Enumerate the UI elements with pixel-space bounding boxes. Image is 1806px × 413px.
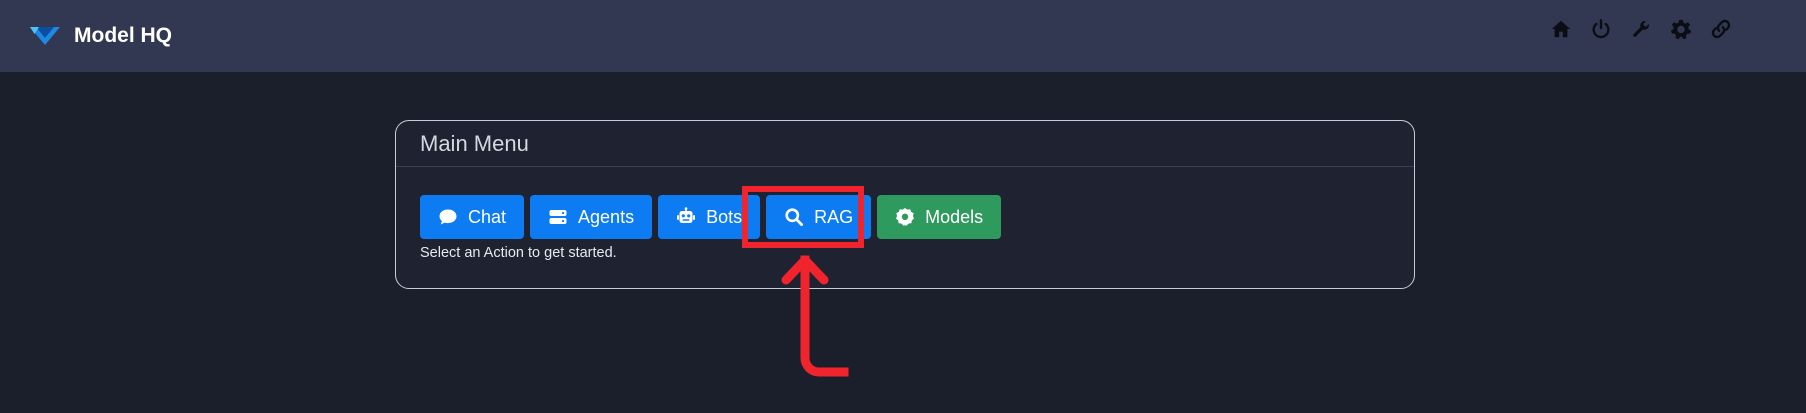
power-icon[interactable] bbox=[1588, 16, 1614, 42]
brand[interactable]: Model HQ bbox=[30, 20, 172, 52]
bots-button-label: Bots bbox=[706, 206, 743, 227]
helper-text: Select an Action to get started. bbox=[420, 245, 617, 261]
model-hq-logo-icon bbox=[30, 27, 60, 45]
home-icon[interactable] bbox=[1548, 16, 1574, 42]
agents-button-label: Agents bbox=[578, 206, 635, 227]
app-title: Model HQ bbox=[74, 24, 172, 47]
top-navbar: Model HQ bbox=[0, 0, 1806, 72]
cog-icon bbox=[896, 208, 915, 226]
link-icon[interactable] bbox=[1708, 16, 1734, 42]
card-header: Main Menu bbox=[396, 121, 1414, 167]
models-button[interactable]: Models bbox=[877, 195, 1002, 239]
gear-icon[interactable] bbox=[1668, 16, 1694, 42]
models-button-label: Models bbox=[925, 206, 984, 227]
card-title: Main Menu bbox=[420, 130, 529, 156]
robot-icon bbox=[677, 207, 696, 223]
server-icon bbox=[549, 210, 567, 224]
rag-highlight-box bbox=[742, 186, 864, 248]
main-menu-card: Main Menu Chat Agents Bots RAG Models Se… bbox=[395, 120, 1415, 289]
agents-button[interactable]: Agents bbox=[530, 195, 653, 239]
chat-button-label: Chat bbox=[468, 206, 507, 227]
pointer-arrow-icon bbox=[781, 255, 849, 377]
action-button-row: Chat Agents Bots RAG Models bbox=[420, 195, 1002, 239]
chat-bubble-icon bbox=[439, 209, 457, 225]
wrench-icon[interactable] bbox=[1628, 16, 1654, 42]
nav-icon-group bbox=[1548, 16, 1734, 42]
chat-button[interactable]: Chat bbox=[420, 195, 525, 239]
